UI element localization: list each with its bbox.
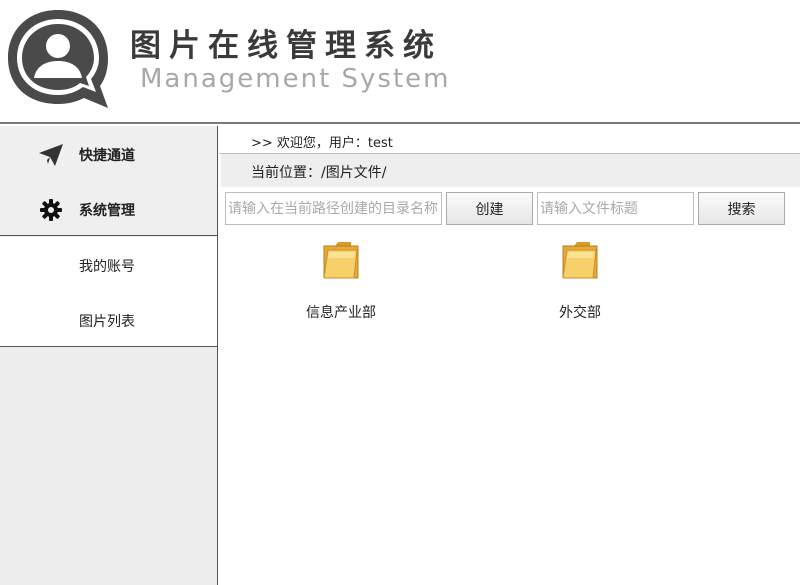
- sidebar-item-shortcut[interactable]: 快捷通道: [0, 127, 217, 181]
- toolbar: 创建 搜索: [219, 192, 800, 226]
- sidebar-item-label: 快捷通道: [79, 148, 135, 164]
- main-content: >> 欢迎您，用户：test 当前位置：/图片文件/ 创建 搜索 信息产业部: [219, 126, 800, 585]
- search-input[interactable]: [537, 192, 694, 225]
- directory-name-input[interactable]: [225, 192, 442, 225]
- sidebar-item-label: 系统管理: [79, 203, 135, 219]
- folder-name: 信息产业部: [306, 305, 376, 321]
- sidebar-item-image-list[interactable]: 图片列表: [0, 292, 217, 347]
- breadcrumb: 当前位置：/图片文件/: [221, 154, 800, 187]
- folder-icon: [560, 238, 600, 282]
- app-subtitle: Management System: [140, 64, 451, 94]
- sidebar-item-system[interactable]: 系统管理: [0, 182, 217, 236]
- welcome-bar: >> 欢迎您，用户：test: [219, 126, 800, 154]
- sidebar-item-my-account[interactable]: 我的账号: [0, 237, 217, 292]
- current-location: 当前位置：/图片文件/: [251, 165, 387, 181]
- app-title: 图片在线管理系统: [130, 28, 442, 64]
- create-button[interactable]: 创建: [446, 192, 533, 225]
- sidebar-nav: 快捷通道 系统管理: [0, 126, 217, 236]
- welcome-text: >> 欢迎您，用户：test: [251, 136, 393, 151]
- app-header: 图片在线管理系统 Management System: [0, 0, 800, 124]
- search-button[interactable]: 搜索: [698, 192, 785, 225]
- folder-icon: [321, 238, 361, 282]
- paper-plane-icon: [38, 143, 64, 167]
- sidebar-item-label: 图片列表: [79, 314, 135, 330]
- gear-icon: [38, 198, 64, 222]
- folder-name: 外交部: [559, 305, 601, 321]
- folder-item[interactable]: 信息产业部: [271, 238, 411, 328]
- folder-item[interactable]: 外交部: [510, 238, 650, 328]
- sidebar: 快捷通道 系统管理 我的账号 图片列表: [0, 126, 218, 585]
- sidebar-item-label: 我的账号: [79, 259, 135, 275]
- sidebar-submenu: 我的账号 图片列表: [0, 237, 217, 347]
- user-chat-bubble-icon: [4, 6, 112, 112]
